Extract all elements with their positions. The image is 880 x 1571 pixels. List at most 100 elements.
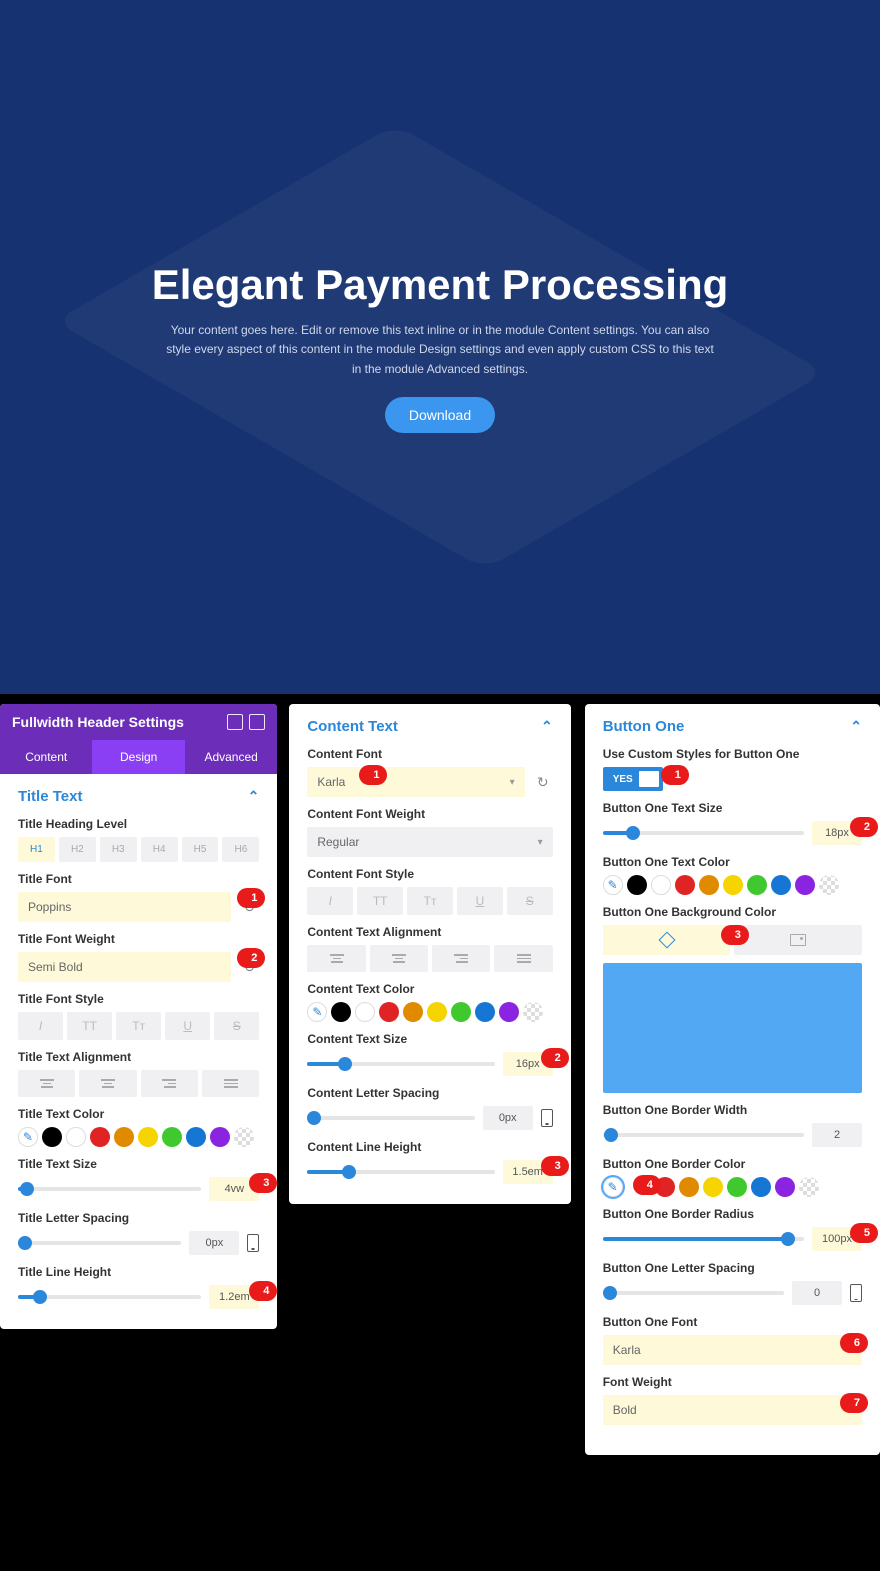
bg-image-tab[interactable]	[734, 925, 862, 955]
style-strike[interactable]: S	[214, 1012, 259, 1040]
align-left[interactable]	[18, 1070, 75, 1097]
heading-h5[interactable]: H5	[182, 837, 219, 862]
content-font-select[interactable]: Karla ▾	[307, 767, 524, 797]
eyedropper-icon[interactable]: ✎	[603, 1177, 623, 1197]
title-spacing-slider[interactable]	[18, 1241, 181, 1245]
heading-h1[interactable]: H1	[18, 837, 55, 862]
heading-h6[interactable]: H6	[222, 837, 259, 862]
swatch-yellow[interactable]	[703, 1177, 723, 1197]
reset-icon[interactable]: ↻	[533, 772, 553, 792]
eyedropper-icon[interactable]: ✎	[18, 1127, 38, 1147]
swatch-green[interactable]	[451, 1002, 471, 1022]
eyedropper-icon[interactable]: ✎	[603, 875, 623, 895]
download-button[interactable]: Download	[385, 397, 495, 433]
style-italic[interactable]: I	[18, 1012, 63, 1040]
section-title-text[interactable]: Title Text ⌃	[18, 788, 259, 805]
custom-styles-toggle[interactable]: YES	[603, 767, 663, 791]
btn-borderw-value[interactable]: 2	[812, 1123, 862, 1147]
title-weight-select[interactable]: Semi Bold	[18, 952, 231, 982]
tab-content[interactable]: Content	[0, 740, 92, 774]
heading-h2[interactable]: H2	[59, 837, 96, 862]
grid-icon[interactable]	[249, 714, 265, 730]
device-icon[interactable]	[247, 1234, 259, 1252]
btn-font-select[interactable]: Karla	[603, 1335, 862, 1365]
expand-icon[interactable]	[227, 714, 243, 730]
title-lineheight-slider[interactable]	[18, 1295, 201, 1299]
swatch-blue[interactable]	[186, 1127, 206, 1147]
section-content-text[interactable]: Content Text ⌃	[307, 718, 552, 735]
content-spacing-value[interactable]: 0px	[483, 1106, 533, 1130]
style-strike[interactable]: S	[507, 887, 553, 915]
swatch-red[interactable]	[675, 875, 695, 895]
content-size-slider[interactable]	[307, 1062, 494, 1066]
content-spacing-slider[interactable]	[307, 1116, 474, 1120]
bg-fill-tab[interactable]	[603, 925, 731, 955]
swatch-purple[interactable]	[499, 1002, 519, 1022]
swatch-orange[interactable]	[403, 1002, 423, 1022]
swatch-orange[interactable]	[679, 1177, 699, 1197]
swatch-orange[interactable]	[699, 875, 719, 895]
device-icon[interactable]	[541, 1109, 553, 1127]
title-align-label: Title Text Alignment	[18, 1050, 259, 1064]
style-uppercase[interactable]: TT	[357, 887, 403, 915]
btn-letterspace-slider[interactable]	[603, 1291, 784, 1295]
swatch-green[interactable]	[747, 875, 767, 895]
title-font-select[interactable]: Poppins	[18, 892, 231, 922]
swatch-yellow[interactable]	[138, 1127, 158, 1147]
swatch-blue[interactable]	[771, 875, 791, 895]
style-smallcaps[interactable]: Tᴛ	[116, 1012, 161, 1040]
heading-h4[interactable]: H4	[141, 837, 178, 862]
align-center[interactable]	[370, 945, 428, 972]
style-underline[interactable]: U	[165, 1012, 210, 1040]
title-size-slider[interactable]	[18, 1187, 201, 1191]
swatch-yellow[interactable]	[427, 1002, 447, 1022]
swatch-yellow[interactable]	[723, 875, 743, 895]
swatch-white[interactable]	[66, 1127, 86, 1147]
swatch-red[interactable]	[379, 1002, 399, 1022]
align-right[interactable]	[141, 1070, 198, 1097]
bg-color-preview[interactable]	[603, 963, 862, 1093]
swatch-transparent[interactable]	[523, 1002, 543, 1022]
style-italic[interactable]: I	[307, 887, 353, 915]
swatch-transparent[interactable]	[819, 875, 839, 895]
swatch-orange[interactable]	[114, 1127, 134, 1147]
btn-textsize-slider[interactable]	[603, 831, 804, 835]
btn-weight-select[interactable]: Bold	[603, 1395, 862, 1425]
swatch-blue[interactable]	[475, 1002, 495, 1022]
btn-borderw-slider[interactable]	[603, 1133, 804, 1137]
eyedropper-icon[interactable]: ✎	[307, 1002, 327, 1022]
align-justify[interactable]	[494, 945, 552, 972]
section-label: Title Text	[18, 788, 82, 805]
content-weight-select[interactable]: Regular ▾	[307, 827, 552, 857]
swatch-black[interactable]	[42, 1127, 62, 1147]
swatch-white[interactable]	[651, 875, 671, 895]
tab-design[interactable]: Design	[92, 740, 184, 774]
style-uppercase[interactable]: TT	[67, 1012, 112, 1040]
swatch-blue[interactable]	[751, 1177, 771, 1197]
btn-letterspace-value[interactable]: 0	[792, 1281, 842, 1305]
content-lineheight-slider[interactable]	[307, 1170, 494, 1174]
btn-radius-slider[interactable]	[603, 1237, 804, 1241]
align-center[interactable]	[79, 1070, 136, 1097]
swatch-purple[interactable]	[775, 1177, 795, 1197]
swatch-red[interactable]	[90, 1127, 110, 1147]
swatch-purple[interactable]	[210, 1127, 230, 1147]
swatch-black[interactable]	[627, 875, 647, 895]
align-right[interactable]	[432, 945, 490, 972]
style-smallcaps[interactable]: Tᴛ	[407, 887, 453, 915]
swatch-green[interactable]	[162, 1127, 182, 1147]
device-icon[interactable]	[850, 1284, 862, 1302]
section-button-one[interactable]: Button One ⌃	[603, 718, 862, 735]
swatch-transparent[interactable]	[799, 1177, 819, 1197]
swatch-white[interactable]	[355, 1002, 375, 1022]
swatch-green[interactable]	[727, 1177, 747, 1197]
align-justify[interactable]	[202, 1070, 259, 1097]
align-left[interactable]	[307, 945, 365, 972]
style-underline[interactable]: U	[457, 887, 503, 915]
title-spacing-value[interactable]: 0px	[189, 1231, 239, 1255]
swatch-transparent[interactable]	[234, 1127, 254, 1147]
heading-h3[interactable]: H3	[100, 837, 137, 862]
tab-advanced[interactable]: Advanced	[185, 740, 277, 774]
swatch-black[interactable]	[331, 1002, 351, 1022]
swatch-purple[interactable]	[795, 875, 815, 895]
